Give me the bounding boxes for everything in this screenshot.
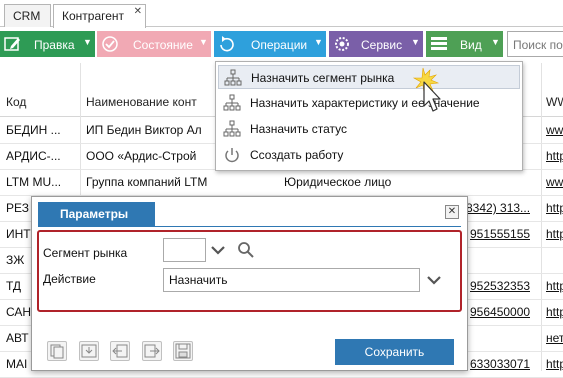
chevron-down-icon[interactable] [210, 243, 226, 257]
close-icon[interactable]: ✕ [134, 6, 142, 17]
operations-button[interactable]: Операции ▼ [214, 31, 326, 57]
view-button[interactable]: Вид ▼ [426, 31, 503, 57]
import-button[interactable] [110, 341, 130, 361]
list-view-icon [431, 37, 447, 50]
menu-item-assign-segment[interactable]: Назначить сегмент рынка [218, 65, 520, 89]
hierarchy-icon [223, 120, 241, 137]
cell-name: ИП Бедин Виктор Ал [86, 123, 202, 137]
power-icon [225, 148, 239, 163]
tab-bar: CRM Контрагент ✕ [0, 0, 563, 28]
parameters-dialog: Параметры ✕ Сегмент рынка Действие Назна… [31, 196, 468, 371]
mouse-cursor-icon [412, 67, 441, 112]
cell-link[interactable]: http [546, 357, 563, 371]
cell-code: РЕЗ [6, 201, 29, 215]
cell-code: САН [6, 305, 32, 319]
toolbar: Правка ▼ Состояние ▼ Операции ▼ Сервис ▼… [0, 28, 563, 60]
import-icon [112, 344, 128, 358]
cell-code: ЗЖ [6, 253, 25, 267]
chevron-down-icon: ▼ [314, 37, 323, 47]
hierarchy-icon [223, 94, 241, 111]
column-header[interactable]: WW [546, 95, 563, 109]
menu-item-label: Ссоздать работу [250, 148, 344, 162]
column-header[interactable]: Код [6, 95, 26, 109]
cell-code: МАІ [6, 357, 28, 371]
gear-icon [335, 37, 349, 51]
menu-item-create-task[interactable]: Ссоздать работу [218, 143, 520, 167]
chevron-down-icon[interactable] [426, 273, 442, 287]
tab-crm[interactable]: CRM [4, 4, 51, 27]
menu-item-assign-characteristic[interactable]: Назначить характеристику и ее значение [218, 91, 520, 115]
cell-code: ТД [6, 279, 22, 293]
cell-link[interactable]: нет [546, 331, 563, 345]
state-button[interactable]: Состояние ▼ [97, 31, 211, 57]
action-label: Действие [43, 272, 96, 286]
chevron-down-icon: ▼ [199, 37, 208, 47]
column-header[interactable]: Наименование конт [86, 95, 197, 109]
cell-name: ООО «Ардис-Строй [86, 149, 197, 163]
cell-phone[interactable]: 952532353 [470, 279, 530, 293]
cell-code: БЕДИН ... [6, 123, 61, 137]
cell-phone[interactable]: 633033071 [470, 357, 530, 371]
dialog-title: Параметры [38, 202, 155, 226]
cell-code: АВТ [6, 331, 29, 345]
operations-menu: Назначить сегмент рынка Назначить характ… [215, 61, 523, 171]
menu-item-label: Назначить характеристику и ее значение [250, 96, 480, 110]
chevron-down-icon: ▼ [411, 37, 420, 47]
chevron-down-icon: ▼ [491, 37, 500, 47]
tab-label: CRM [13, 9, 41, 23]
cell-phone[interactable]: 8342) 313... [466, 201, 530, 215]
tab-label: Контрагент [62, 9, 125, 23]
edit-label: Правка [34, 38, 75, 52]
export-icon [144, 344, 160, 358]
check-circle-icon [102, 36, 118, 52]
service-button[interactable]: Сервис ▼ [329, 31, 423, 57]
edit-button[interactable]: Правка ▼ [0, 31, 95, 57]
cell-name: Группа компаний LTM [86, 175, 208, 189]
cell-link[interactable]: www [546, 175, 563, 189]
state-label: Состояние [133, 38, 193, 52]
chevron-down-icon: ▼ [83, 37, 92, 47]
cell-link[interactable]: http [546, 201, 563, 215]
segment-input[interactable] [163, 238, 206, 262]
operations-label: Операции [251, 38, 308, 52]
table-row[interactable]: LTM MU... Группа компаний LTM Юридическо… [0, 170, 563, 196]
cell-link[interactable]: http [546, 227, 563, 241]
cell-code: ИНТ [6, 227, 31, 241]
save-button[interactable]: Сохранить [335, 339, 454, 365]
menu-item-assign-status[interactable]: Назначить статус [218, 117, 520, 141]
download-button[interactable] [79, 341, 99, 361]
cell-link[interactable]: http [546, 149, 563, 163]
close-icon[interactable]: ✕ [445, 205, 459, 219]
service-label: Сервис [361, 38, 403, 52]
cell-code: АРДИС-... [6, 149, 61, 163]
pencil-icon [4, 37, 20, 51]
view-label: Вид [460, 38, 482, 52]
cell-phone[interactable]: 956450000 [470, 305, 530, 319]
search-input[interactable]: Поиск по [507, 31, 563, 57]
save-disk-button[interactable] [173, 341, 193, 361]
tab-counterparty[interactable]: Контрагент ✕ [53, 4, 146, 28]
copy-icon [50, 344, 64, 359]
cell-phone[interactable]: 951555155 [470, 227, 530, 241]
cell-link[interactable]: www [546, 123, 563, 137]
cell-type: Юридическое лицо [284, 175, 392, 189]
dialog-title-underline [38, 226, 461, 227]
cell-code: LTM MU... [6, 175, 62, 189]
copy-button[interactable] [47, 341, 67, 361]
action-select[interactable]: Назначить [163, 268, 420, 292]
menu-item-label: Назначить статус [250, 122, 348, 136]
hierarchy-icon [224, 69, 242, 86]
menu-item-label: Назначить сегмент рынка [251, 71, 395, 85]
cell-link[interactable]: http [546, 279, 563, 293]
cell-link[interactable]: http [546, 305, 563, 319]
export-button[interactable] [142, 341, 162, 361]
download-icon [81, 344, 97, 358]
refresh-icon [220, 36, 234, 52]
segment-label: Сегмент рынка [43, 246, 128, 260]
floppy-disk-icon [175, 343, 191, 359]
search-icon[interactable] [237, 241, 255, 259]
